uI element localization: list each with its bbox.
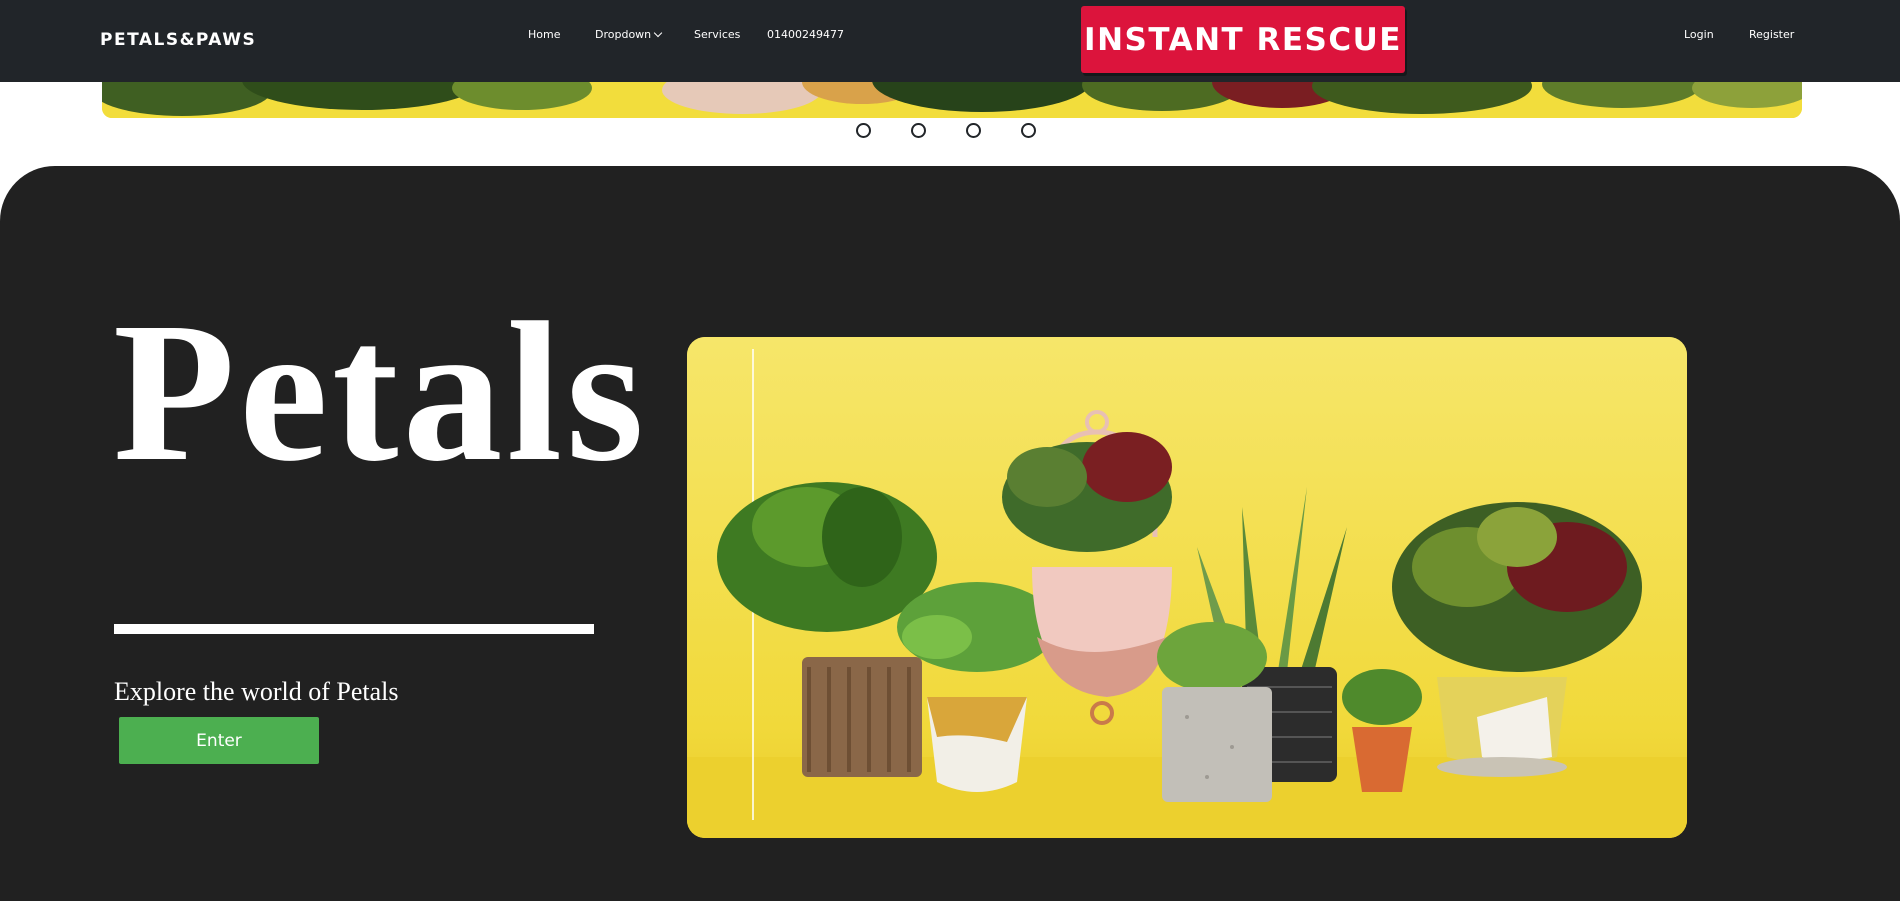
brand-logo[interactable]: PETALS&PAWS bbox=[100, 30, 256, 50]
enter-button[interactable]: Enter bbox=[119, 717, 319, 764]
carousel-indicator-4[interactable] bbox=[1021, 123, 1036, 138]
hero-title-underline bbox=[114, 624, 594, 634]
carousel-indicators bbox=[856, 123, 1036, 138]
instant-rescue-button[interactable]: INSTANT RESCUE bbox=[1081, 6, 1405, 73]
top-navbar: PETALS&PAWS Home Dropdown Services 01400… bbox=[0, 0, 1900, 82]
hero-subtitle: Explore the world of Petals bbox=[114, 677, 399, 706]
carousel-indicator-3[interactable] bbox=[966, 123, 981, 138]
hero-title: Petals bbox=[113, 282, 648, 503]
nav-phone-link[interactable]: 01400249477 bbox=[767, 28, 844, 41]
carousel-indicator-1[interactable] bbox=[856, 123, 871, 138]
nav-dropdown-toggle[interactable]: Dropdown bbox=[595, 28, 663, 41]
nav-dropdown-label: Dropdown bbox=[595, 28, 652, 41]
register-link[interactable]: Register bbox=[1749, 28, 1794, 41]
hero-plants-image bbox=[687, 337, 1687, 838]
nav-services-link[interactable]: Services bbox=[694, 28, 740, 41]
page: PETALS&PAWS Home Dropdown Services 01400… bbox=[0, 0, 1900, 901]
chevron-down-icon bbox=[653, 28, 663, 38]
carousel-indicator-2[interactable] bbox=[911, 123, 926, 138]
login-link[interactable]: Login bbox=[1684, 28, 1714, 41]
nav-home-link[interactable]: Home bbox=[528, 28, 560, 41]
